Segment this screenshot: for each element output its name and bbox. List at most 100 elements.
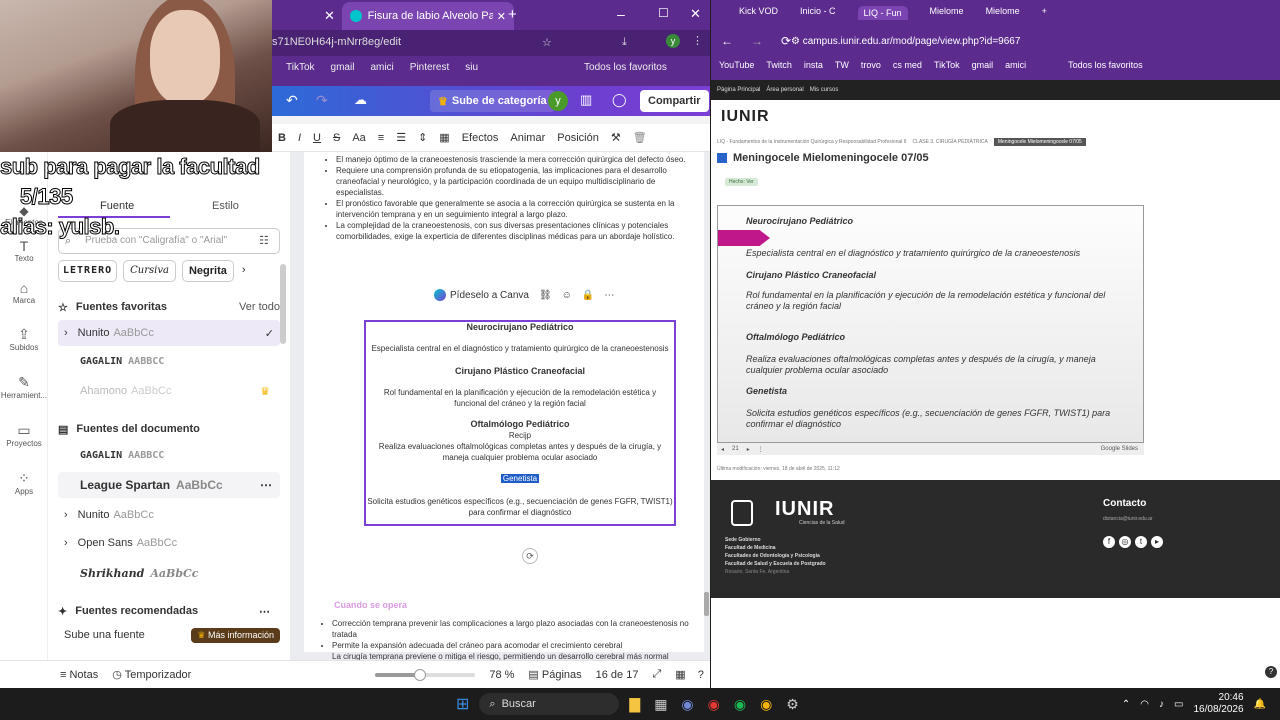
scrollbar[interactable] (280, 264, 286, 344)
fullscreen-icon[interactable]: ⤢ (652, 668, 661, 681)
insights-icon[interactable]: ▥ (580, 92, 592, 108)
paint-format-icon[interactable]: ⚒ (611, 131, 621, 144)
rail-text[interactable]: T Texto (0, 238, 48, 263)
rail-tools[interactable]: ✎ Herramient... (0, 374, 48, 400)
bookmark-twitch[interactable]: Twitch (766, 60, 792, 70)
doc-font-league-spartan[interactable]: League Spartan AaBbCc ⋯ (58, 472, 280, 498)
windows-start-icon[interactable]: ⊞ (456, 694, 469, 714)
store-icon[interactable]: ▦ (654, 696, 667, 713)
font-item-nunito[interactable]: › Nunito AaBbCc ✓ (58, 320, 280, 346)
instagram-icon[interactable]: ◎ (1119, 536, 1131, 548)
zoom-knob[interactable] (414, 668, 427, 681)
italic-button[interactable]: I (298, 132, 301, 144)
tab-active[interactable]: Fisura de labio Alveolo Palatina ✕ (342, 2, 514, 30)
nav-personal[interactable]: Área personal (766, 87, 803, 93)
bookmark-pinterest[interactable]: Pinterest (410, 62, 449, 73)
bookmark-amici[interactable]: amici (370, 62, 393, 73)
rail-brand[interactable]: ⌂ Marca (0, 280, 48, 305)
doc-font-nunito[interactable]: › Nunito AaBbCc (58, 502, 280, 528)
contact-email[interactable]: distancia@iunir.edu.ar (1103, 516, 1153, 522)
new-tab-icon[interactable]: + (508, 6, 517, 23)
minimize-icon[interactable]: – (617, 6, 625, 22)
rail-projects[interactable]: ▭ Proyectos (0, 422, 48, 448)
more-info-button[interactable]: ♛ Más información (191, 627, 280, 643)
animate-button[interactable]: Animar (510, 132, 545, 144)
help-icon[interactable]: ? (1265, 666, 1277, 678)
more-icon[interactable]: ⋮ (758, 446, 764, 453)
forward-icon[interactable]: → (751, 34, 763, 48)
more-icon[interactable]: ⋯ (604, 290, 614, 301)
tab-kick[interactable]: Kick VOD (739, 6, 778, 20)
tab-liq[interactable]: LIQ - Fun (857, 6, 908, 20)
selected-text[interactable]: Genetista (500, 474, 540, 483)
bookmark-amici[interactable]: amici (1005, 60, 1026, 70)
grid-view-icon[interactable]: ▦ (675, 668, 685, 681)
bookmark-csmed[interactable]: cs med (893, 60, 922, 70)
bookmark-gmail[interactable]: gmail (331, 62, 355, 73)
comment-icon[interactable]: ◯ (612, 92, 627, 108)
volume-icon[interactable]: ♪ (1159, 699, 1164, 710)
font-item-ahamono[interactable]: Ahamono AaBbCc ♛ (58, 378, 280, 404)
nav-courses[interactable]: Mis cursos (810, 87, 839, 93)
chrome-icon[interactable]: ◉ (760, 696, 772, 713)
chip-letrero[interactable]: LETRERO (58, 260, 118, 282)
text-case-button[interactable]: Aa (352, 132, 365, 144)
zoom-slider[interactable] (375, 668, 476, 681)
bookmark-all[interactable]: Todos los favoritos (1068, 60, 1143, 70)
rail-apps[interactable]: ⁘ Apps (0, 470, 48, 496)
upload-font-link[interactable]: Sube una fuente (64, 629, 145, 641)
doc-font-shrikhand[interactable]: Shrikhand AaBbCc (58, 560, 280, 586)
lock-icon[interactable]: 🔒 (582, 290, 594, 301)
timer-button[interactable]: ◷ Temporizador (112, 668, 191, 681)
maximize-icon[interactable]: ☐ (658, 6, 669, 20)
help-icon[interactable]: ? (698, 669, 704, 681)
chip-cursiva[interactable]: Cursiva (123, 260, 176, 282)
star-icon[interactable]: ☆ (542, 36, 552, 49)
prev-slide-icon[interactable]: ◂ (721, 446, 724, 453)
google-slides-link[interactable]: Google Slides (1101, 446, 1138, 452)
zoom-level[interactable]: 78 % (489, 669, 514, 681)
doc-font-open-sans[interactable]: › Open Sans AaBbCc (58, 530, 280, 556)
back-icon[interactable]: ← (721, 34, 733, 48)
notes-button[interactable]: ≡ Notas (60, 669, 98, 681)
see-all-link[interactable]: Ver todo (239, 301, 280, 313)
chevron-right-icon[interactable]: › (240, 260, 248, 282)
filter-icon[interactable]: ☷ (259, 234, 269, 247)
effects-button[interactable]: Efectos (462, 132, 499, 144)
chevron-up-icon[interactable]: ⌃ (1122, 699, 1130, 710)
spacing-icon[interactable]: ⇕ (418, 131, 427, 144)
profile-avatar[interactable]: y (666, 34, 680, 48)
bookmark-tw[interactable]: TW (835, 60, 849, 70)
settings-icon[interactable]: ⚙ (786, 696, 799, 713)
cloud-save-icon[interactable]: ☁ (354, 92, 367, 108)
next-slide-icon[interactable]: ▸ (747, 446, 750, 453)
tab-style[interactable]: Estilo (212, 200, 239, 212)
rotate-handle-icon[interactable]: ⟳ (522, 548, 538, 564)
link-icon[interactable]: ⛓ (539, 290, 552, 301)
file-explorer-icon[interactable]: ▇ (629, 696, 640, 713)
bookmark-insta[interactable]: insta (804, 60, 823, 70)
facebook-icon[interactable]: f (1103, 536, 1115, 548)
battery-icon[interactable]: ▭ (1174, 699, 1183, 710)
twitter-icon[interactable]: t (1135, 536, 1147, 548)
strikethrough-button[interactable]: S (333, 132, 340, 144)
clock[interactable]: 20:46 16/08/2026 (1193, 692, 1243, 716)
nav-home[interactable]: Página Principal (717, 87, 760, 93)
position-button[interactable]: Posición (557, 132, 599, 144)
reload-icon[interactable]: ⟳ (781, 34, 791, 48)
wifi-icon[interactable]: ◠ (1140, 699, 1149, 710)
pages-button[interactable]: ▤ Páginas (528, 668, 581, 681)
chip-negrita[interactable]: Negrita (181, 260, 234, 282)
font-item-gagalin[interactable]: GAGALIN AABBCC (58, 348, 280, 374)
upgrade-button[interactable]: ♛ Sube de categoría (430, 90, 555, 112)
bookmark-youtube[interactable]: YouTube (719, 60, 754, 70)
app-red-icon[interactable]: ◉ (708, 696, 720, 713)
list-icon[interactable]: ☰ (396, 131, 406, 144)
notifications-icon[interactable]: 🔔 (1254, 699, 1266, 710)
discord-icon[interactable]: ◉ (681, 696, 693, 713)
tab-mielome-1[interactable]: Mielome (930, 6, 964, 20)
taskbar-search[interactable]: ⌕ Buscar (479, 693, 620, 715)
bookmark-siu[interactable]: siu (465, 62, 478, 73)
redo-icon[interactable]: ↷ (316, 92, 328, 109)
rail-uploads[interactable]: ⇪ Subidos (0, 326, 48, 352)
